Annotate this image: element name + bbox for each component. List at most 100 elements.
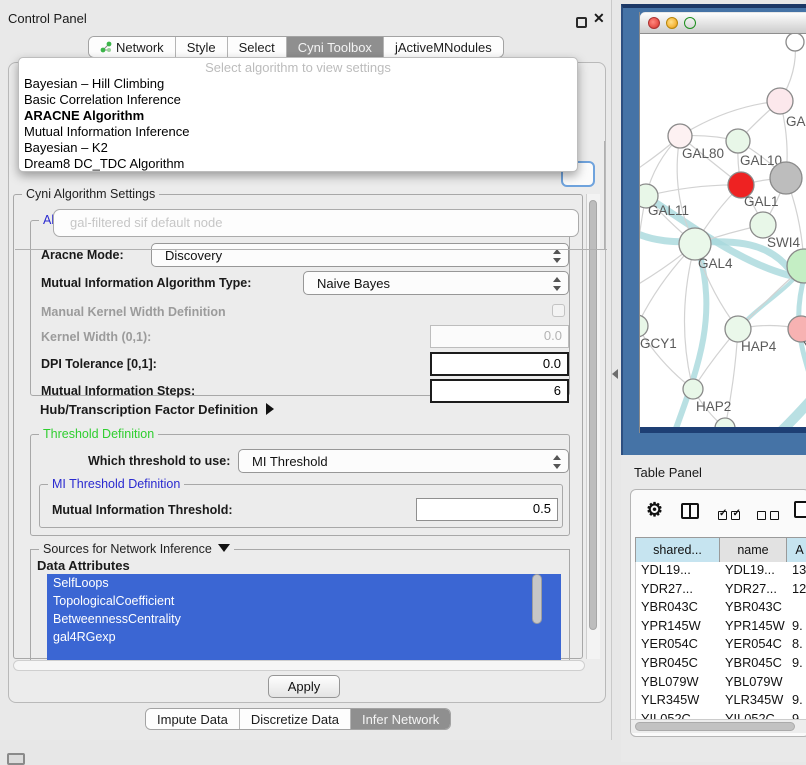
tab-label: Infer Network [362, 712, 439, 727]
zoom-traffic-icon[interactable] [684, 17, 696, 29]
table-cell: YLR345W [641, 692, 721, 707]
table-row[interactable]: YER054CYER054C8. [636, 636, 806, 655]
dropdown-item[interactable]: Bayesian – K2 [19, 140, 577, 156]
gear-icon[interactable]: ⚙ [646, 499, 663, 522]
dropdown-item[interactable]: Dream8 DC_TDC Algorithm [19, 156, 577, 172]
bottom-tabstrip: Impute DataDiscretize Data Infer Network [145, 708, 451, 730]
sources-group-title[interactable]: Sources for Network Inference [39, 542, 234, 556]
manual-kernel-checkbox[interactable] [552, 304, 565, 317]
tab-label: Select [239, 40, 275, 55]
attribute-list-item[interactable]: SelfLoops [47, 574, 561, 592]
network-node-gcy1[interactable] [640, 315, 648, 337]
aracne-mode-label: Aracne Mode: [41, 248, 124, 262]
tab-cyni-toolbox[interactable]: Cyni Toolbox [287, 37, 384, 57]
table-row[interactable]: YIL052CYIL052C9 [636, 711, 806, 719]
network-edge[interactable] [640, 196, 646, 326]
corner-grid-icon[interactable] [7, 753, 25, 765]
table-row[interactable]: YDL19...YDL19...13 [636, 562, 806, 581]
dpi-tolerance-field[interactable]: 0.0 [430, 352, 569, 376]
dropdown-item[interactable]: ARACNE Algorithm [19, 108, 577, 124]
table-row[interactable]: YDR27...YDR27...12 [636, 581, 806, 600]
network-edge-highlighted[interactable] [735, 392, 806, 427]
table-cell: 9. [792, 618, 806, 633]
network-canvas[interactable]: GALGAL80GAL10GAL1GAL11SWI4GAL4GCY1HAP4YH… [640, 34, 806, 427]
network-node-gal[interactable] [767, 88, 793, 114]
page-icon[interactable] [794, 501, 806, 518]
network-node-gal10[interactable] [726, 129, 750, 153]
tab-network[interactable]: Network [89, 37, 176, 57]
network-node[interactable] [770, 162, 802, 194]
aracne-mode-combo[interactable]: Discovery [151, 243, 569, 267]
attribute-list-item[interactable]: gal4RGexp [47, 628, 561, 646]
minimize-traffic-icon[interactable] [666, 17, 678, 29]
network-view-window: GALGAL80GAL10GAL1GAL11SWI4GAL4GCY1HAP4YH… [639, 12, 806, 433]
which-threshold-combo[interactable]: MI Threshold [238, 449, 569, 473]
tab-impute-data[interactable]: Impute Data [146, 709, 240, 729]
sources-title-text: Sources for Network Inference [43, 542, 212, 556]
network-edge[interactable] [646, 185, 741, 196]
table-cell: 9. [792, 655, 806, 670]
mi-steps-field[interactable]: 6 [430, 379, 569, 403]
network-node-hap2[interactable] [683, 379, 703, 399]
list-scrollbar-thumb[interactable] [532, 574, 542, 624]
attribute-list-item[interactable]: TopologicalCoefficient [47, 592, 561, 610]
kernel-width-field[interactable]: 0.0 [430, 325, 569, 348]
network-node[interactable] [786, 34, 804, 51]
checked-boxes-icon[interactable] [718, 507, 740, 525]
attribute-list-item[interactable]: BetweennessCentrality [47, 610, 561, 628]
settings-horizontal-scrollbar[interactable] [13, 660, 585, 671]
table-row[interactable]: YPR145WYPR145W9. [636, 618, 806, 637]
network-node-gal80[interactable] [668, 124, 692, 148]
network-window-titlebar[interactable] [640, 12, 806, 34]
table-cell: YBR045C [641, 655, 721, 670]
node-label: HAP2 [696, 399, 731, 414]
column-header[interactable]: A [787, 538, 806, 563]
table-row[interactable]: YBL079WYBL079W [636, 674, 806, 693]
tab-discretize-data[interactable]: Discretize Data [240, 709, 351, 729]
table-row[interactable]: YBR045CYBR045C9. [636, 655, 806, 674]
data-attributes-list[interactable]: SelfLoopsTopologicalCoefficientBetweenne… [47, 574, 561, 661]
data-attributes-label: Data Attributes [37, 558, 130, 573]
dropdown-item[interactable]: Basic Correlation Inference [19, 92, 577, 108]
tab-select[interactable]: Select [228, 37, 287, 57]
settings-scroll-thumb[interactable] [589, 200, 597, 630]
apply-button[interactable]: Apply [268, 675, 340, 698]
dropdown-item[interactable]: Bayesian – Hill Climbing [19, 76, 577, 92]
close-icon[interactable]: ✕ [593, 10, 605, 27]
table-cell: YIL052C [641, 711, 721, 719]
network-source-combo[interactable]: gal-filtered sif default node [53, 209, 579, 237]
column-header[interactable]: shared... [636, 538, 720, 563]
unchecked-boxes-icon[interactable] [757, 507, 779, 525]
settings-vertical-scrollbar[interactable] [586, 194, 600, 659]
table-row[interactable]: YLR345WYLR345W9. [636, 692, 806, 711]
node-label: GAL80 [682, 146, 724, 161]
dropdown-item[interactable]: Mutual Information Inference [19, 124, 577, 140]
tab-jactivemnodules[interactable]: jActiveMNodules [384, 37, 503, 57]
cyni-algorithm-settings-group: Cyni Algorithm Settings Algorithm Defini… [13, 194, 583, 659]
split-columns-icon[interactable] [681, 503, 699, 519]
combo-arrows-icon [552, 249, 561, 263]
network-edge[interactable] [680, 101, 780, 136]
column-header[interactable]: name [720, 538, 787, 563]
tab-style[interactable]: Style [176, 37, 228, 57]
node-label: GAL [786, 114, 806, 129]
hub-definition-toggle[interactable]: Hub/Transcription Factor Definition [40, 402, 274, 417]
dropdown-item-list: Bayesian – Hill ClimbingBasic Correlatio… [19, 76, 577, 172]
splitter-collapse-arrow[interactable] [612, 369, 618, 379]
kernel-width-label: Kernel Width (0,1): [41, 330, 151, 344]
mi-threshold-field[interactable]: 0.5 [416, 498, 558, 521]
expand-arrow-icon [266, 403, 274, 415]
table-horizontal-scrollbar[interactable] [631, 719, 806, 733]
table-row[interactable]: YBR043CYBR043C [636, 599, 806, 618]
network-node[interactable] [715, 418, 735, 427]
node-label: GAL4 [698, 256, 733, 271]
network-edge[interactable] [684, 244, 695, 389]
table-cell: YDL19... [641, 562, 721, 577]
mi-threshold-label: Mutual Information Threshold: [52, 503, 233, 517]
float-window-icon[interactable] [576, 17, 587, 28]
table-scroll-thumb[interactable] [635, 722, 795, 731]
close-traffic-icon[interactable] [648, 17, 660, 29]
tab-infer-network[interactable]: Infer Network [351, 709, 450, 729]
mi-type-combo[interactable]: Naive Bayes [303, 271, 569, 295]
table-cell: YLR345W [725, 692, 788, 707]
